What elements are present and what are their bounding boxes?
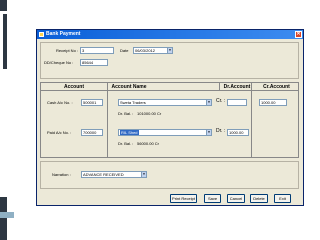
cancel-button[interactable]: Cancel (227, 194, 245, 203)
title-bar[interactable]: Bank Payment ✕ (37, 30, 303, 39)
close-icon: ✕ (296, 31, 301, 37)
paid-account-no-field[interactable]: 700000 (81, 129, 103, 136)
paid-type-label: Dr. : (216, 128, 226, 134)
grid-header-row: Account Account Name Dr.Account Cr.Accou… (41, 83, 298, 91)
paid-balance-value: 56000.00 Cr (137, 141, 160, 146)
chevron-down-icon[interactable]: ▼ (206, 100, 211, 105)
cash-balance-value: 101000.00 Cr (137, 111, 162, 116)
close-button[interactable]: ✕ (295, 31, 302, 38)
print-receipt-button[interactable]: Print Receipt (170, 194, 197, 203)
header-dr-account: Dr.Account (223, 84, 251, 90)
paid-dr-field[interactable]: 1000.00 (227, 129, 249, 136)
receipt-no-label: Receipt No : (56, 48, 79, 53)
column-divider (251, 83, 252, 157)
slide-bar-left (3, 14, 7, 69)
narration-label: Narration : (52, 172, 71, 177)
date-field[interactable]: 06/03/2012 ▼ (133, 47, 173, 54)
header-cr-account: Cr.Account (263, 84, 290, 90)
receipt-no-field[interactable]: 3 (80, 47, 114, 54)
chevron-down-icon[interactable]: ▼ (206, 130, 211, 135)
cash-account-name: Sweta Traders (120, 100, 146, 105)
cash-account-name-field[interactable]: Sweta Traders ▼ (118, 99, 212, 106)
cash-dr-field[interactable] (227, 99, 247, 106)
cash-balance-label: Dr. Bal. : (118, 111, 134, 116)
paid-account-name-field[interactable]: RIL Shed ▼ (118, 129, 212, 136)
cash-type-label: Cr. : (216, 98, 226, 104)
receipt-group: Receipt No : 3 Date 06/03/2012 ▼ DD/Cheq… (40, 42, 299, 79)
exit-button[interactable]: Exit (274, 194, 291, 203)
date-label: Date (120, 48, 129, 53)
narration-group: Narration : ADVANCE RECEIVED ▼ (40, 161, 299, 189)
window-title: Bank Payment (46, 31, 81, 37)
narration-value: ADVANCE RECEIVED (83, 172, 124, 177)
app-icon (39, 32, 44, 37)
dd-cheque-field[interactable]: 85644 (80, 59, 108, 66)
save-button[interactable]: Save (204, 194, 221, 203)
bank-payment-window: Bank Payment ✕ Receipt No : 3 Date 06/03… (36, 29, 304, 206)
paid-account-name: RIL Shed (120, 130, 139, 135)
slide-accent-strip (0, 212, 14, 218)
date-value: 06/03/2012 (135, 48, 156, 53)
account-grid: Account Account Name Dr.Account Cr.Accou… (40, 82, 299, 158)
narration-field[interactable]: ADVANCE RECEIVED ▼ (81, 171, 147, 178)
chevron-down-icon[interactable]: ▼ (167, 48, 172, 53)
header-account: Account (64, 84, 84, 90)
cash-account-no-field[interactable]: 500001 (81, 99, 103, 106)
column-divider (219, 83, 220, 91)
slide-bar-bottom (0, 197, 7, 240)
paid-balance-label: Dr. Bal. : (118, 141, 134, 146)
column-divider (107, 83, 108, 157)
header-account-name: Account Name (111, 84, 147, 90)
slide-bar-top (0, 0, 7, 11)
delete-button[interactable]: Delete (250, 194, 268, 203)
cash-cr-field[interactable]: 1000.00 (259, 99, 287, 106)
paid-account-label: Paid A/c No. : (47, 130, 72, 135)
dd-cheque-label: DD/Cheque No : (44, 60, 74, 65)
cash-account-label: Cash A/c No. : (47, 100, 73, 105)
chevron-down-icon[interactable]: ▼ (141, 172, 146, 177)
